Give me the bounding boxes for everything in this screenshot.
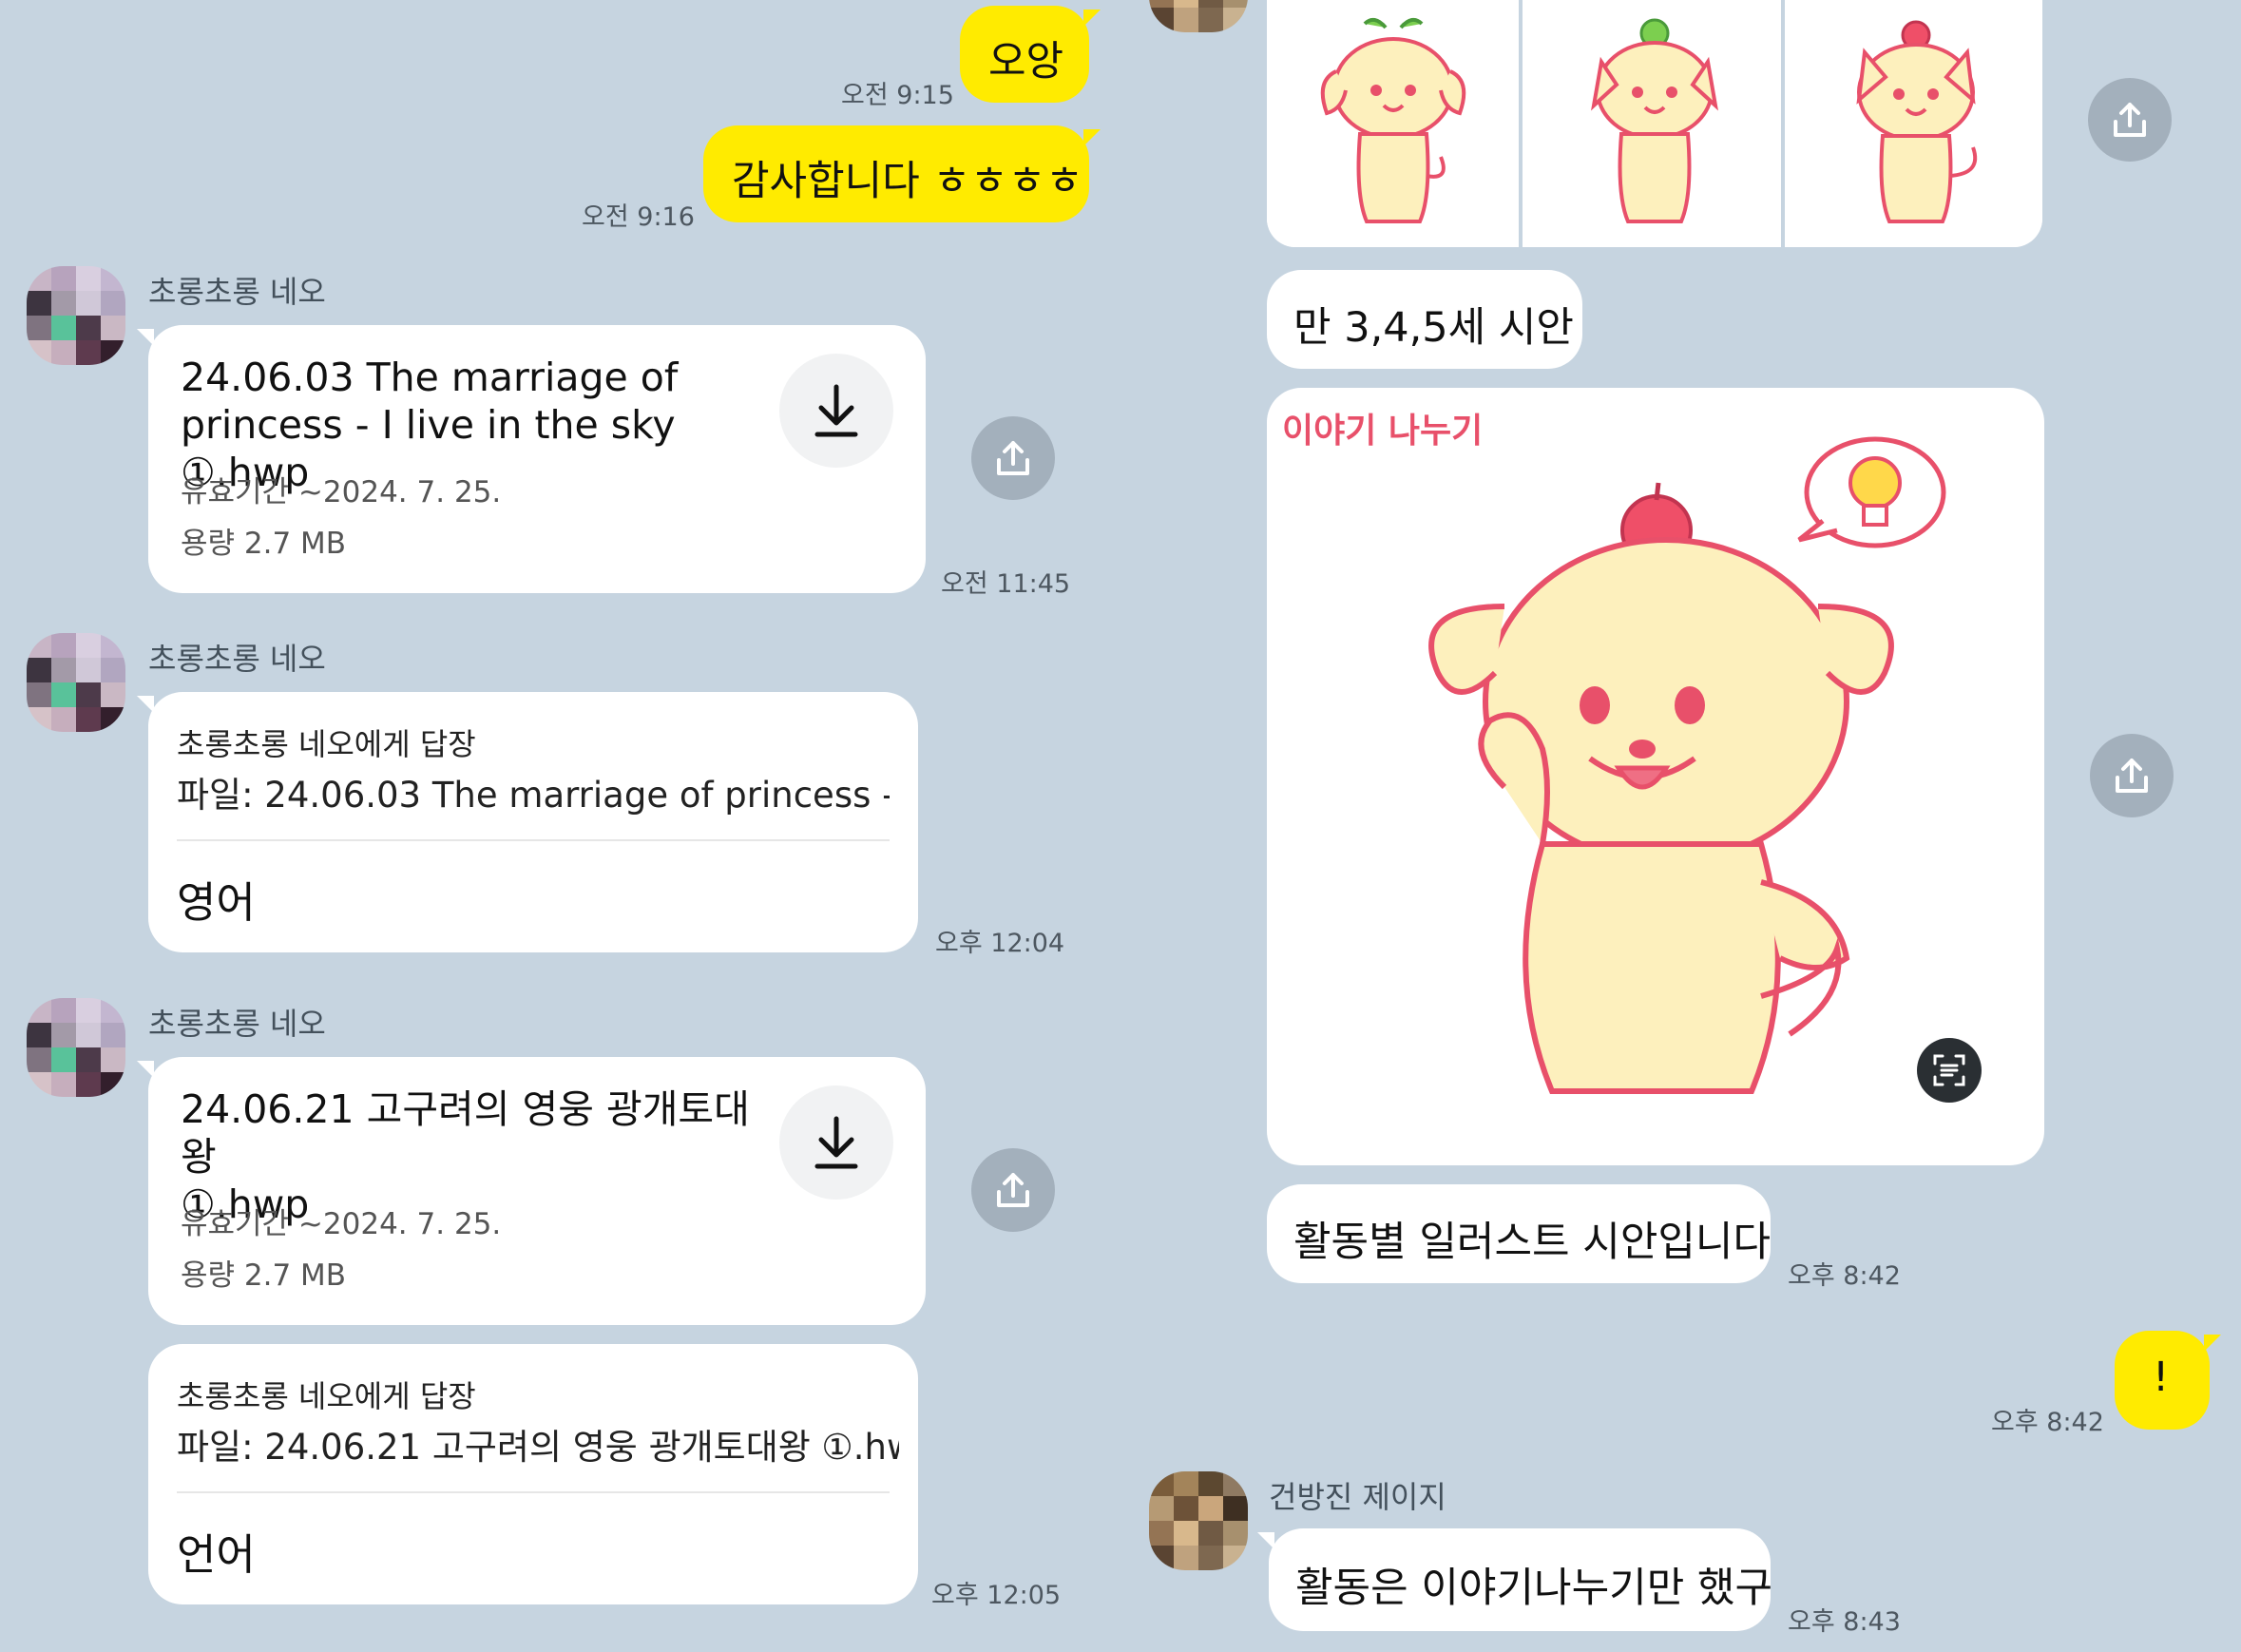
message-time: 오후 8:42 xyxy=(1788,1261,1901,1291)
chat-panel-right: 만 3,4,5세 시안 이야기 나누기 활동별 일러스트 시안입니다 오후 8:… xyxy=(1120,0,2241,1652)
share-icon xyxy=(997,1173,1029,1207)
puppy-illustration-icon xyxy=(1320,17,1465,223)
message-bubble[interactable]: 활동별 일러스트 시안입니다 xyxy=(1267,1184,1771,1283)
file-message-bubble[interactable]: 24.06.03 The marriage of princess - I li… xyxy=(137,325,926,593)
avatar[interactable] xyxy=(1149,1471,1248,1570)
image-message[interactable]: 이야기 나누기 xyxy=(1267,388,2044,1165)
avatar[interactable] xyxy=(27,998,125,1097)
image-thumbnail[interactable] xyxy=(1528,0,1785,247)
message-time: 오후 8:43 xyxy=(1788,1607,1901,1637)
message-time: 오후 12:04 xyxy=(935,929,1065,958)
message-text: 활동별 일러스트 시안입니다 xyxy=(1293,1219,1772,1266)
scan-text-icon xyxy=(1933,1054,1965,1086)
avatar[interactable] xyxy=(27,266,125,365)
message-bubble[interactable]: 활동은 이야기나누기만 했구 xyxy=(1257,1528,1773,1631)
share-icon xyxy=(997,441,1029,475)
puppy-illustration-icon xyxy=(1856,20,1978,223)
share-button[interactable] xyxy=(2088,78,2172,162)
message-time: 오전 9:15 xyxy=(841,81,954,110)
avatar[interactable] xyxy=(1149,0,1248,32)
file-size: 용량 2.7 MB xyxy=(181,527,347,561)
sender-name: 초롱초롱 네오 xyxy=(148,274,326,310)
sender-name: 초롱초롱 네오 xyxy=(148,1006,326,1042)
download-button[interactable] xyxy=(779,354,893,468)
message-text: 영어 xyxy=(177,877,256,928)
message-text: 만 3,4,5세 시안 xyxy=(1293,304,1574,352)
share-button[interactable] xyxy=(971,1148,1055,1232)
message-text: 활동은 이야기나누기만 했구 xyxy=(1295,1565,1773,1612)
file-message-bubble[interactable]: 24.06.21 고구려의 영웅 광개토대왕 ①.hwp 유효기간 ~2024.… xyxy=(137,1057,926,1325)
reply-message-bubble[interactable]: 초롱초롱 네오에게 답장 파일: 24.06.21 고구려의 영웅 광개토대왕 … xyxy=(148,1344,918,1604)
file-name-line: 24.06.03 The marriage of xyxy=(181,355,679,400)
share-icon xyxy=(2116,759,2148,793)
message-text: 감사합니다 ㅎㅎㅎㅎ xyxy=(732,158,1083,205)
download-icon xyxy=(814,1116,858,1169)
chat-panel-left: 오전 9:15 오앙 오전 9:16 감사합니다 ㅎㅎㅎㅎ 초롱초롱 네오 24… xyxy=(0,0,1120,1652)
reply-message-bubble[interactable]: 초롱초롱 네오에게 답장 파일: 24.06.03 The marriage o… xyxy=(137,692,918,952)
file-size: 용량 2.7 MB xyxy=(181,1258,347,1293)
image-thumbnail[interactable] xyxy=(1267,0,1523,247)
reply-divider xyxy=(177,839,890,841)
reply-quoted-file: 파일: 24.06.03 The marriage of princess -… xyxy=(177,775,890,816)
file-expiry: 유효기간 ~2024. 7. 25. xyxy=(181,475,502,509)
download-button[interactable] xyxy=(779,1085,893,1200)
my-message-bubble[interactable]: 오앙 xyxy=(960,6,1101,103)
share-icon xyxy=(2114,103,2146,137)
message-time: 오전 11:45 xyxy=(941,569,1071,599)
message-text: ! xyxy=(2153,1354,2170,1401)
message-text: 언어 xyxy=(177,1529,256,1580)
my-message-bubble[interactable]: ! xyxy=(2115,1331,2221,1430)
reply-divider xyxy=(177,1491,890,1493)
my-message-bubble[interactable]: 감사합니다 ㅎㅎㅎㅎ xyxy=(703,125,1101,222)
avatar[interactable] xyxy=(27,633,125,732)
sender-name: 건방진 제이지 xyxy=(1269,1479,1446,1515)
reply-header: 초롱초롱 네오에게 답장 xyxy=(177,726,476,762)
puppy-illustration-icon xyxy=(1591,18,1718,223)
file-name-line: 24.06.21 고구려의 영웅 광개토대왕 xyxy=(181,1086,750,1180)
message-bubble[interactable]: 만 3,4,5세 시안 xyxy=(1267,270,1582,369)
message-text: 오앙 xyxy=(988,38,1064,86)
text-scan-button[interactable] xyxy=(1917,1038,1982,1103)
message-time: 오후 12:05 xyxy=(931,1581,1062,1610)
share-button[interactable] xyxy=(2090,734,2174,817)
sender-name: 초롱초롱 네오 xyxy=(148,641,326,677)
share-button[interactable] xyxy=(971,416,1055,500)
reply-quoted-file: 파일: 24.06.21 고구려의 영웅 광개토대왕 ①.hwp xyxy=(177,1427,899,1468)
reply-header: 초롱초롱 네오에게 답장 xyxy=(177,1378,476,1414)
download-icon xyxy=(814,384,858,437)
message-time: 오전 9:16 xyxy=(582,202,695,232)
message-time: 오후 8:42 xyxy=(1991,1408,2104,1437)
file-expiry: 유효기간 ~2024. 7. 25. xyxy=(181,1207,502,1241)
image-thumbnail[interactable] xyxy=(1790,0,2042,247)
image-thumbnail-group[interactable] xyxy=(1267,0,2042,247)
